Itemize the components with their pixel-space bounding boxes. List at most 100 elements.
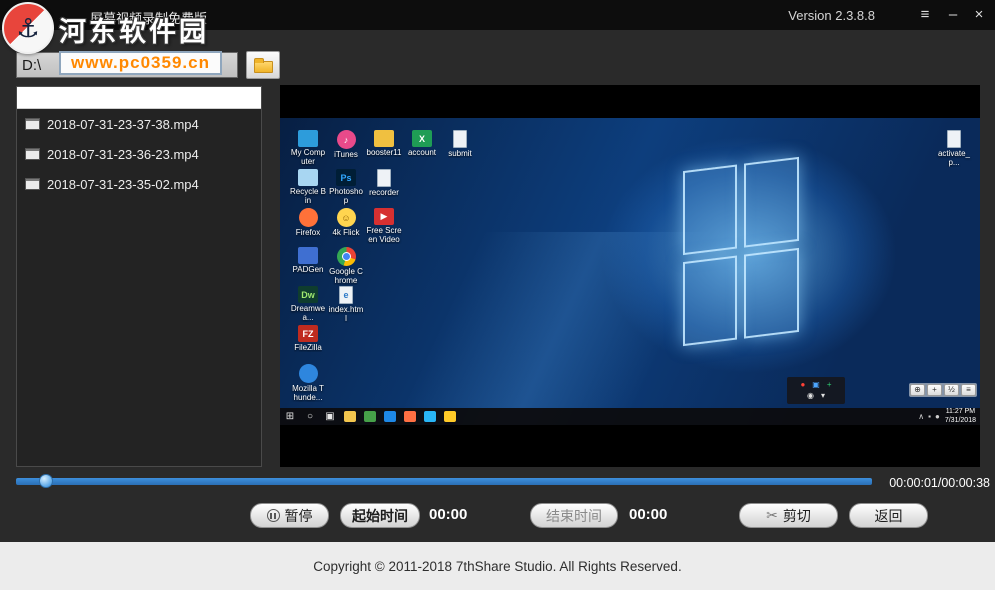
end-time-value: 00:00 [629, 506, 667, 523]
desktop-icon-label: 4k Flick [332, 228, 359, 237]
desktop-icon-label: My Computer [290, 148, 326, 166]
desktop-icon-label: recorder [369, 188, 399, 197]
start-time-button[interactable]: 起始时间 [340, 503, 420, 528]
desktop-icon: ☺ 4k Flick [328, 208, 364, 247]
desktop-icon-label: booster11 [367, 148, 402, 157]
desktop-icon: booster11 [366, 130, 402, 169]
file-name: 2018-07-31-23-35-02.mp4 [47, 177, 199, 192]
pause-icon [267, 509, 280, 522]
menu-icon[interactable]: ≡ [913, 4, 937, 26]
recorder-overlay-icon: ● [800, 381, 805, 389]
desktop-icon-glyph: ▶ [374, 208, 394, 225]
tray-icon: ▪ [928, 412, 931, 421]
recorder-overlay-icon: ◉ [807, 392, 814, 400]
desktop-icon: Recycle Bin [290, 169, 326, 208]
taskbar-icon [404, 411, 416, 422]
version-label: Version 2.3.8.8 [788, 8, 875, 23]
desktop-icon-glyph: FZ [298, 325, 318, 342]
desktop-icon: X account [404, 130, 440, 169]
pause-button[interactable]: 暂停 [250, 503, 329, 528]
scissors-icon: ✂ [766, 507, 778, 524]
video-preview[interactable]: My Computer ♪ iTunes booster11 [280, 85, 980, 467]
watermark-site-name: 河东软件园 [59, 10, 222, 49]
desktop-icon: Mozilla Thunde... [290, 364, 326, 403]
desktop-icon-glyph [377, 169, 391, 187]
watermark-anchor-icon: ⚓ [2, 2, 54, 54]
taskbar: ⊞○▣ ∧▪● 11:27 PM 7/31/2018 [280, 408, 980, 425]
desktop-icon-glyph [453, 130, 467, 148]
desktop-icon: Firefox [290, 208, 326, 247]
taskbar-icon: ⊞ [284, 411, 296, 422]
desktop-icon-glyph [298, 130, 318, 147]
minimize-button[interactable]: – [941, 4, 965, 26]
desktop-icon-glyph: X [412, 130, 432, 147]
taskbar-clock: 11:27 PM 7/31/2018 [945, 408, 976, 425]
list-header-row [17, 87, 261, 109]
watermark: ⚓ 河东软件园 www.pc0359.cn [2, 2, 222, 75]
desktop-icon: Ps Photoshop [328, 169, 364, 208]
desktop-icon: recorder [366, 169, 402, 208]
taskbar-icon [344, 411, 356, 422]
desktop-icon-label: index.html [328, 305, 364, 323]
desktop-icon: ▶ Free Screen Video Rec... [366, 208, 402, 247]
desktop-icons-grid: My Computer ♪ iTunes booster11 [290, 130, 974, 403]
close-button[interactable]: × [967, 4, 991, 26]
recorder-overlay: ● ▣ + ◉ ▾ [787, 377, 845, 404]
desktop-icon-label: Photoshop [328, 187, 364, 205]
desktop-icon-glyph: ☺ [337, 208, 356, 227]
video-frame: My Computer ♪ iTunes booster11 [280, 118, 980, 425]
desktop-icon-label: FileZilla [294, 343, 322, 352]
desktop-icon: e index.html [328, 286, 364, 325]
video-file-icon [25, 118, 40, 130]
file-list-item[interactable]: 2018-07-31-23-37-38.mp4 [17, 109, 261, 139]
desktop-icon-glyph: e [339, 286, 353, 304]
taskbar-icon [424, 411, 436, 422]
video-file-icon [25, 178, 40, 190]
folder-icon [254, 61, 273, 73]
desktop-icon-label: Recycle Bin [290, 187, 326, 205]
tray-icon: ∧ [918, 412, 924, 421]
recorder-overlay-icon: + [827, 381, 832, 389]
cut-button[interactable]: ✂ 剪切 [739, 503, 838, 528]
desktop-icon-label: Free Screen Video Rec... [366, 226, 402, 244]
mini-toolbar-button: ⊕ [910, 384, 925, 396]
file-list-item[interactable]: 2018-07-31-23-35-02.mp4 [17, 169, 261, 199]
desktop-icon: PADGen [290, 247, 326, 286]
browse-folder-button[interactable] [246, 51, 280, 79]
timeline-handle[interactable] [39, 474, 53, 488]
desktop-icon: ♪ iTunes [328, 130, 364, 169]
desktop-icon-glyph: Ps [336, 169, 356, 186]
recorder-overlay-icon: ▣ [812, 381, 820, 389]
desktop-icon: Google Chrome [328, 247, 364, 286]
time-display: 00:00:01/00:00:38 [872, 476, 990, 490]
mini-toolbar-button: ≡ [961, 384, 976, 396]
desktop-icon: submit [442, 130, 478, 169]
desktop-icon-label: Dreamwea... [290, 304, 326, 322]
taskbar-icon [384, 411, 396, 422]
desktop-icon-glyph [298, 169, 318, 186]
desktop-icon-label: Google Chrome [328, 267, 364, 285]
system-tray: ∧▪● 11:27 PM 7/31/2018 [918, 408, 976, 425]
recorder-overlay-icon: ▾ [821, 392, 825, 400]
taskbar-icon [364, 411, 376, 422]
end-time-button[interactable]: 结束时间 [530, 503, 618, 528]
desktop-icon-label: submit [448, 149, 472, 158]
file-list[interactable]: 2018-07-31-23-37-38.mp4 2018-07-31-23-36… [16, 86, 262, 467]
file-name: 2018-07-31-23-37-38.mp4 [47, 117, 199, 132]
file-list-item[interactable]: 2018-07-31-23-36-23.mp4 [17, 139, 261, 169]
timeline-track[interactable] [16, 478, 872, 485]
desktop-icon-glyph [337, 247, 356, 266]
mini-toolbar-button: + [927, 384, 942, 396]
desktop-icon-glyph: Dw [298, 286, 318, 303]
file-name: 2018-07-31-23-36-23.mp4 [47, 147, 199, 162]
desktop-icon-glyph [299, 208, 318, 227]
back-button[interactable]: 返回 [849, 503, 928, 528]
desktop-icon-label: PADGen [293, 265, 324, 274]
watermark-site-url: www.pc0359.cn [59, 51, 222, 75]
desktop-icon: Dw Dreamwea... [290, 286, 326, 325]
desktop-icon-label: iTunes [334, 150, 358, 159]
desktop-icon-label: account [408, 148, 436, 157]
recorder-mini-toolbar: ⊕+½≡ [909, 383, 977, 397]
desktop-icon-glyph: ♪ [337, 130, 356, 149]
app-window: 屏幕视频录制免费版 Version 2.3.8.8 ≡ – × ⚓ 河东软件园 … [0, 0, 995, 590]
